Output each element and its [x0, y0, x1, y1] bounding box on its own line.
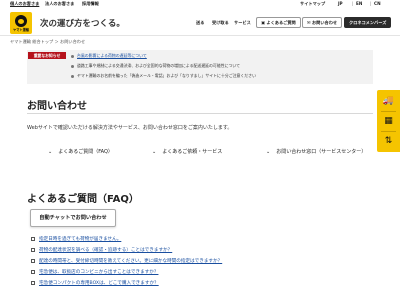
notice-item-typhoon[interactable]: 台風の影響による荷物の遅延等について	[71, 53, 147, 59]
brand-name: ヤマト運輸	[13, 28, 29, 32]
checkbox-icon	[31, 269, 35, 274]
lang-en[interactable]: EN	[356, 1, 362, 6]
truck-icon[interactable]: 🚚	[377, 91, 400, 111]
faq-item[interactable]: 配達の時間帯と、受付締切時間を教えてください。更に細かな時間の指定はできますか？	[31, 258, 222, 264]
link-business[interactable]: 法人のお客さま	[45, 1, 74, 7]
lang-cn[interactable]: CN	[374, 1, 381, 6]
nav-send[interactable]: 送る	[196, 20, 204, 26]
divider	[27, 113, 373, 114]
nav-service[interactable]: サービス	[234, 20, 251, 26]
tagline: 次の運び方をつくる。	[40, 19, 125, 29]
anchor-contact-center[interactable]: ⌄ お問い合わせ窓口（サービスセンター）	[266, 148, 366, 155]
checkbox-icon	[31, 258, 35, 263]
notice-item-delay[interactable]: 道路工事や規制による交通渋滞、および全国的な荷物の増加による配送遅延の可能性につ…	[71, 63, 240, 69]
anchor-services[interactable]: ⌄ よくあるご依頼・サービス	[152, 148, 222, 155]
lang-separator: |	[370, 1, 372, 6]
faq-item[interactable]: 宅急便は、取扱店のコンビニから出すことはできますか？	[31, 269, 158, 275]
chevron-down-icon: ⌄	[152, 149, 157, 155]
faq-item[interactable]: 指定日時を過ぎても荷物が届きません。	[31, 236, 121, 242]
lang-jp[interactable]: JP	[338, 1, 343, 6]
chevron-down-icon: ⌄	[266, 149, 271, 155]
chevron-down-icon: ⌄	[48, 149, 53, 155]
nav-receive[interactable]: 受け取る	[212, 20, 229, 26]
faq-item[interactable]: 宅急便コンパクトの専用BOXは、どこで購入できますか？	[31, 280, 159, 286]
faq-section-title: よくあるご質問（FAQ）	[27, 194, 139, 205]
page-title: お問い合わせ	[27, 101, 87, 112]
checkbox-icon	[31, 236, 35, 241]
breadcrumb: ヤマト運輸 総合トップ ＞ お問い合わせ	[10, 39, 86, 44]
faq-item[interactable]: 荷物の配達状況を調べる（確認・追跡する）ことはできますか？	[31, 247, 172, 253]
auto-chat-button[interactable]: 自動チャットでお問い合わせ	[30, 209, 116, 227]
link-sitemap[interactable]: サイトマップ	[300, 1, 325, 7]
member-login-button[interactable]: クロネコメンバーズ	[344, 17, 392, 28]
brand-logo[interactable]: ヤマト運輸	[10, 12, 32, 34]
anchor-faq[interactable]: ⌄ よくあるご質問（FAQ）	[48, 148, 113, 155]
checkbox-icon	[31, 247, 35, 252]
site-header: ヤマト運輸 次の運び方をつくる。 送る 受け取る サービス ▣ よくあるご質問 …	[0, 9, 400, 36]
notice-badge: 重要なお知らせ	[28, 52, 66, 59]
important-notice: 重要なお知らせ 台風の影響による荷物の遅延等について 道路工事や規制による交通渋…	[27, 50, 373, 84]
lang-separator: |	[352, 1, 354, 6]
lead-text: Webサイトで確認いただける解決方法やサービス、お問い合わせ窓口をご案内いたしま…	[27, 125, 233, 131]
floating-side-menu: 🚚 ▦ ⇅	[377, 90, 400, 152]
bullet-icon	[71, 74, 74, 78]
arrows-icon[interactable]: ⇅	[377, 131, 400, 151]
bullet-icon	[71, 54, 74, 58]
link-personal[interactable]: 個人のお客さま	[10, 1, 39, 7]
utility-bar: 個人のお客さま 法人のお客さま 採用情報 サイトマップ JP | EN | CN	[0, 0, 400, 9]
link-recruit[interactable]: 採用情報	[82, 1, 99, 7]
bullet-icon	[71, 64, 74, 68]
contact-header-button[interactable]: ✉ お問い合わせ	[302, 17, 343, 28]
calendar-icon[interactable]: ▦	[377, 111, 400, 131]
notice-item-phishing[interactable]: ヤマト運輸のお名前を騙った「偽造メール・電話」および「なりすまし」サイトに十分ご…	[71, 73, 256, 79]
faq-header-button[interactable]: ▣ よくあるご質問	[256, 17, 301, 28]
checkbox-icon	[31, 280, 35, 285]
